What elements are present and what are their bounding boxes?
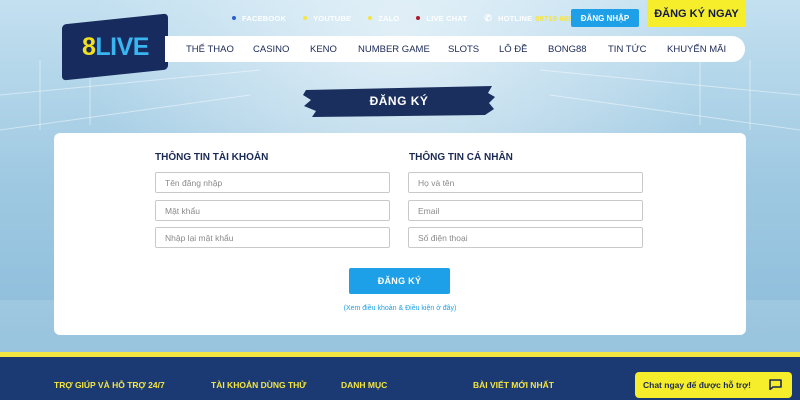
footer-heading-trial: TÀI KHOẢN DÙNG THỬ [211, 380, 307, 390]
register-now-button[interactable]: ĐĂNG KÝ NGAY [647, 0, 746, 27]
registration-form-card: THÔNG TIN TÀI KHOẢN THÔNG TIN CÁ NHÂN ĐĂ… [54, 133, 746, 335]
nav-item-the-thao[interactable]: THỂ THAO [186, 44, 234, 55]
zalo-link[interactable]: ZALO [368, 14, 399, 23]
facebook-icon [232, 16, 236, 20]
live-chat-icon [416, 16, 421, 20]
logo-text: 8LIVE [82, 33, 149, 62]
facebook-link[interactable]: FACEBOOK [232, 14, 286, 23]
terms-link[interactable]: (Xem điều khoản & Điều kiện ở đây) [54, 305, 746, 312]
nav-item-bong88[interactable]: BONG88 [548, 44, 587, 55]
logo-word: LIVE [94, 32, 149, 61]
facebook-label: FACEBOOK [242, 13, 287, 23]
live-chat-link[interactable]: LIVE CHAT [416, 14, 467, 23]
logo-number: 8 [81, 32, 95, 61]
footer-heading-help: TRỢ GIÚP VÀ HỖ TRỢ 24/7 [54, 380, 165, 390]
nav-item-keno[interactable]: KENO [310, 44, 337, 55]
login-button[interactable]: ĐĂNG NHẬP [571, 9, 639, 27]
live-chat-label: LIVE CHAT [426, 13, 468, 23]
footer-heading-latest: BÀI VIẾT MỚI NHẤT [473, 380, 554, 390]
personal-info-title: THÔNG TIN CÁ NHÂN [409, 152, 513, 163]
youtube-link[interactable]: YOUTUBE [303, 14, 351, 23]
main-nav: THỂ THAO CASINO KENO NUMBER GAME SLOTS L… [165, 36, 745, 62]
hotline-label: HOTLINE [497, 13, 533, 23]
page-title: ĐĂNG KÝ [369, 94, 429, 108]
register-submit-button[interactable]: ĐĂNG KÝ [349, 268, 450, 294]
nav-item-casino[interactable]: CASINO [253, 44, 289, 55]
nav-item-lo-de[interactable]: LÔ ĐỀ [499, 44, 528, 55]
fullname-field[interactable] [408, 172, 643, 193]
hotline[interactable]: ✆ HOTLINE 09719 68888 [484, 13, 581, 24]
chat-label: Chat ngay để được hỗ trợ! [643, 380, 751, 390]
page-title-banner: ĐĂNG KÝ [302, 84, 496, 118]
chat-bubble-icon [769, 379, 782, 390]
top-bar: FACEBOOK YOUTUBE ZALO LIVE CHAT ✆ HOTLIN… [232, 9, 591, 27]
youtube-label: YOUTUBE [313, 13, 352, 23]
account-info-title: THÔNG TIN TÀI KHOẢN [155, 152, 269, 163]
password-field[interactable] [155, 200, 390, 221]
nav-item-khuyen-mai[interactable]: KHUYẾN MÃI [667, 44, 726, 55]
nav-item-tin-tuc[interactable]: TIN TỨC [608, 44, 647, 55]
zalo-label: ZALO [378, 13, 400, 23]
logo[interactable]: 8LIVE [62, 13, 168, 81]
youtube-icon [303, 16, 308, 20]
username-field[interactable] [155, 172, 390, 193]
footer-heading-category: DANH MỤC [341, 380, 388, 390]
confirm-password-field[interactable] [155, 227, 390, 248]
chat-widget[interactable]: Chat ngay để được hỗ trợ! [635, 372, 792, 398]
email-field[interactable] [408, 200, 643, 221]
nav-item-number-game[interactable]: NUMBER GAME [358, 44, 430, 55]
phone-field[interactable] [408, 227, 643, 248]
nav-item-slots[interactable]: SLOTS [448, 44, 479, 55]
phone-icon: ✆ [484, 12, 492, 23]
zalo-icon [368, 16, 373, 20]
